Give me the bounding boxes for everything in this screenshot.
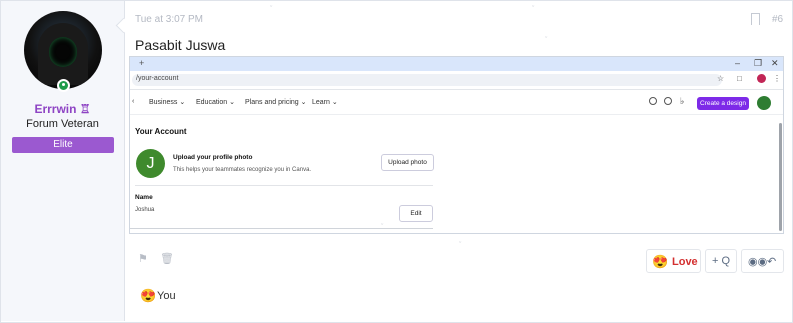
author-username[interactable]: Errrwin ♖ [1, 102, 124, 116]
online-status-icon [57, 79, 70, 92]
attached-screenshot[interactable]: + – ❐ ✕ /your-account ☆ □ ⋮ ‹ Business ⌄… [129, 56, 784, 234]
nav-item-label: Business [149, 99, 178, 106]
edit-name-button: Edit [399, 205, 433, 222]
account-heading: Your Account [135, 127, 187, 136]
reaction-summary[interactable]: You [157, 290, 176, 302]
author-rank: Forum Veteran [26, 118, 99, 130]
settings-icon [664, 97, 672, 105]
post-number[interactable]: #6 [772, 14, 783, 25]
new-tab-icon: + [139, 58, 145, 68]
cursor-artifact-icon: ˇ [459, 242, 462, 249]
quote-label: + Q [712, 255, 731, 267]
cursor-artifact-icon: ˇ [270, 6, 273, 13]
nav-item-label: Education [196, 99, 228, 106]
cursor-artifact-icon: ˇ [545, 37, 548, 44]
author-sidebar: Errrwin ♖ Forum Veteran Elite [1, 1, 125, 321]
browser-tab-bar: + – ❐ ✕ [130, 57, 783, 71]
love-label: Love [672, 256, 698, 268]
avatar-face-shape [49, 37, 77, 67]
binoculars-icon[interactable]: ◉◉ [748, 255, 767, 268]
name-value: Joshua [135, 207, 155, 213]
heart-eyes-icon: 😍 [652, 254, 669, 269]
post-timestamp[interactable]: Tue at 3:07 PM [135, 14, 203, 25]
username-text: Errrwin [34, 102, 77, 116]
report-flag-icon[interactable]: ⚑ [138, 252, 149, 265]
nav-item-learn: Learn ⌄ [312, 99, 338, 106]
upload-photo-button: Upload photo [381, 154, 434, 171]
maximize-icon: ❐ [754, 58, 763, 68]
help-icon [649, 97, 657, 105]
minimize-icon: – [735, 58, 741, 68]
nav-item-label: Learn [312, 99, 330, 106]
user-group-badge: Elite [12, 137, 114, 153]
nav-item-label: Plans and pricing [245, 99, 299, 106]
url-text: /your-account [136, 75, 179, 82]
divider [135, 185, 433, 186]
cursor-artifact-icon: ˇ [381, 224, 385, 231]
cursor-artifact-icon: ˇ [532, 6, 535, 13]
delete-trash-icon[interactable]: 🗑 [160, 252, 174, 265]
close-icon: ✕ [771, 58, 779, 68]
name-label: Name [135, 194, 153, 201]
browser-menu-icon: ⋮ [773, 74, 781, 83]
page-scrollbar [779, 123, 782, 231]
nav-back-chevron-icon: ‹ [132, 98, 135, 105]
post-body-text: Pasabit Juswa [135, 37, 226, 53]
account-avatar [757, 96, 771, 110]
nav-item-pricing: Plans and pricing ⌄ [245, 99, 307, 106]
browser-profile-icon [757, 74, 766, 83]
nav-item-education: Education ⌄ [196, 99, 235, 106]
extensions-icon: □ [737, 74, 742, 83]
url-field: /your-account [132, 74, 722, 86]
heart-eyes-icon: 😍 [140, 288, 157, 303]
upload-photo-title: Upload your profile photo [173, 154, 253, 161]
share-reply-buttons[interactable]: ◉◉ ↶ [741, 249, 784, 273]
author-avatar[interactable] [24, 11, 102, 89]
love-reaction-button[interactable]: 😍 Love [646, 249, 701, 273]
create-design-button: Create a design [697, 97, 749, 110]
divider [130, 228, 433, 229]
site-nav-bar: ‹ Business ⌄ Education ⌄ Plans and prici… [130, 90, 783, 115]
profile-photo: J [136, 149, 165, 178]
browser-url-bar: /your-account ☆ □ ⋮ [130, 71, 783, 90]
bell-icon: ♭ [680, 96, 685, 106]
star-icon: ☆ [717, 74, 725, 83]
upload-photo-description: This helps your teammates recognize you … [173, 167, 312, 173]
multi-quote-button[interactable]: + Q [705, 249, 737, 273]
reply-icon[interactable]: ↶ [767, 255, 776, 268]
user-badge-icon: ♖ [79, 102, 91, 116]
nav-item-business: Business ⌄ [149, 99, 186, 106]
bookmark-icon[interactable] [751, 13, 760, 25]
